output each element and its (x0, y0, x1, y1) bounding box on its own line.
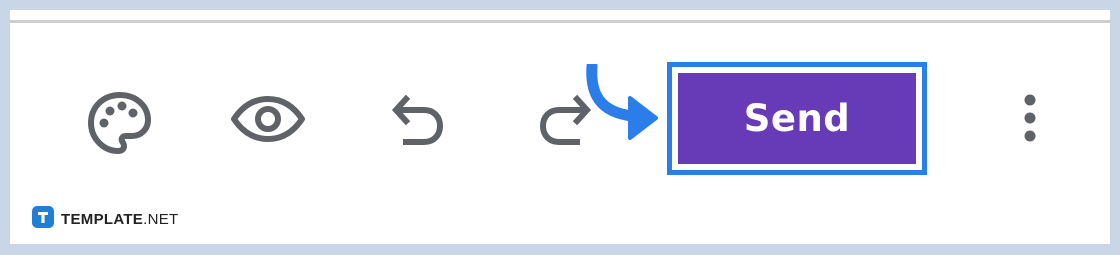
send-button[interactable]: Send (678, 73, 916, 164)
pointer-arrow-icon (580, 60, 660, 149)
template-logo-icon (32, 206, 54, 233)
watermark-suffix: .NET (143, 211, 179, 228)
watermark-text: TEMPLATE.NET (61, 211, 179, 228)
palette-icon[interactable] (85, 89, 155, 159)
preview-eye-icon[interactable] (230, 95, 306, 143)
watermark-brand: TEMPLATE (61, 211, 144, 228)
forms-toolbar-panel: Send TEMPLATE.NET (10, 10, 1110, 244)
undo-icon[interactable] (388, 93, 448, 149)
send-highlight-outline: Send (667, 62, 927, 175)
template-net-watermark: TEMPLATE.NET (32, 206, 179, 233)
divider (10, 20, 1110, 23)
more-vert-icon[interactable] (1018, 92, 1042, 144)
